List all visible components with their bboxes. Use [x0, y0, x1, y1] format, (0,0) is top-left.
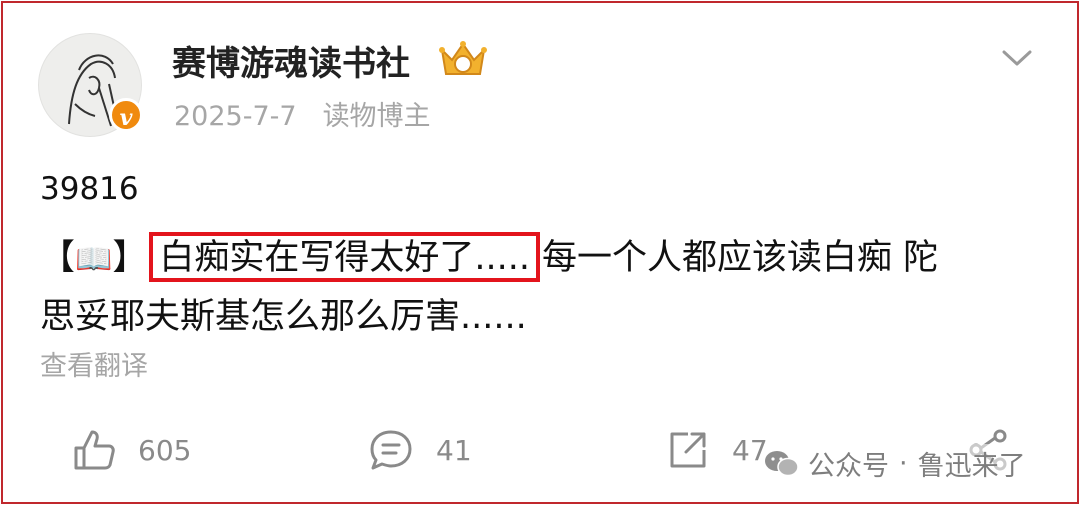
watermark-separator: · — [899, 448, 908, 479]
translate-link[interactable]: 查看翻译 — [40, 344, 148, 383]
book-emoji-icon: 📖 — [75, 242, 113, 277]
repost-count: 47 — [732, 433, 768, 467]
bracket-close: 】 — [112, 238, 148, 278]
post-text-line-1: 【📖】 白痴实在写得太好了..... 每一个人都应该读白痴 陀 — [40, 229, 939, 282]
highlighted-phrase: 白痴实在写得太好了..... — [149, 232, 541, 282]
watermark: 公众号 · 鲁迅来了 — [764, 444, 1026, 483]
like-button[interactable]: 605 — [72, 428, 191, 472]
repost-icon — [670, 432, 706, 468]
post-meta: 2025-7-7 读物博主 — [174, 94, 431, 133]
bracket-open: 【 — [40, 238, 76, 278]
like-icon — [74, 430, 115, 470]
comment-button[interactable]: 41 — [368, 428, 472, 472]
post-id-number: 39816 — [40, 171, 139, 207]
like-count: 605 — [138, 433, 192, 467]
watermark-account: 鲁迅来了 — [917, 451, 1026, 482]
author-name[interactable]: 赛博游魂读书社 — [172, 36, 410, 85]
chevron-down-icon[interactable] — [1000, 46, 1034, 74]
post-text-rest: 每一个人都应该读白痴 陀 — [542, 238, 939, 278]
comment-icon — [370, 430, 412, 470]
author-tag: 读物博主 — [322, 101, 431, 132]
crown-icon — [438, 40, 488, 84]
watermark-label: 公众号 — [808, 451, 889, 482]
repost-button[interactable]: 47 — [666, 428, 768, 472]
post-date: 2025-7-7 — [174, 101, 297, 132]
comment-count: 41 — [436, 433, 472, 467]
verified-badge-icon: v — [109, 98, 143, 132]
post-text-line-2: 思妥耶夫斯基怎么那么厉害...... — [40, 297, 527, 337]
wechat-icon — [765, 450, 799, 476]
